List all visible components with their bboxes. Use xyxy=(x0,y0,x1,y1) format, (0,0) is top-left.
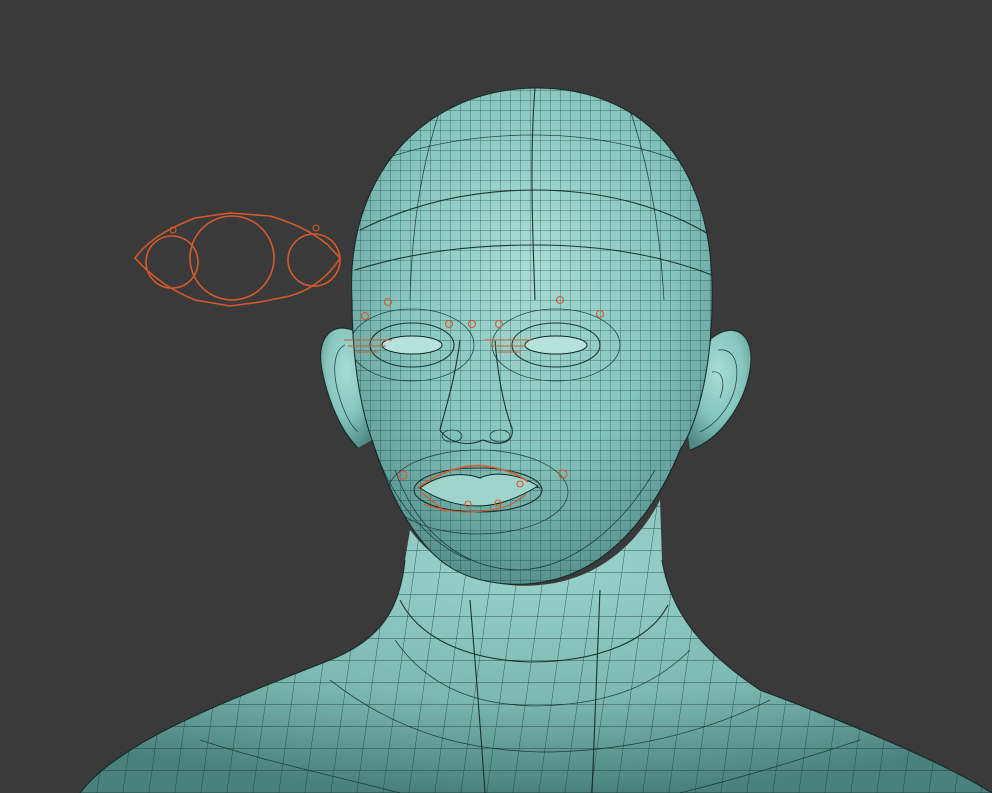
face-control-widget-icon[interactable] xyxy=(133,212,341,307)
3d-viewport[interactable] xyxy=(0,0,992,793)
head-mesh[interactable] xyxy=(340,80,720,590)
viewport-canvas[interactable] xyxy=(0,0,992,793)
